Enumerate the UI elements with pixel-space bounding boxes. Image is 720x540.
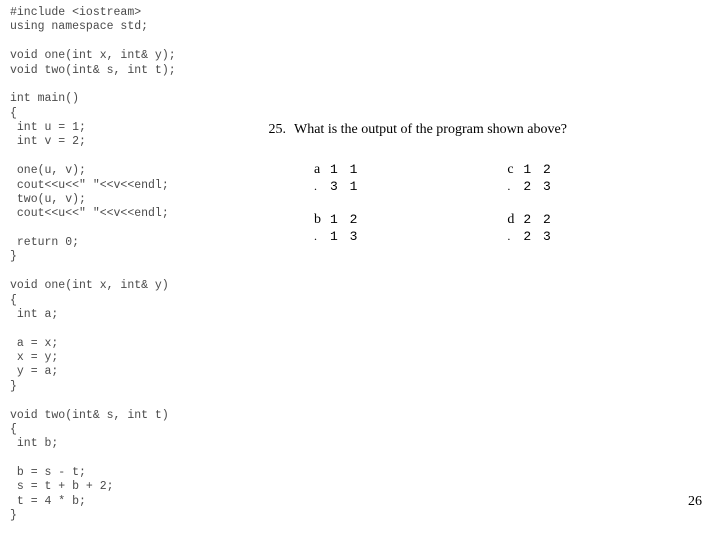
choice-d-label: d — [507, 212, 514, 227]
choice-a-label: a — [314, 162, 320, 177]
choice-c-line1: 1 2 — [523, 162, 552, 177]
choice-dot: . — [314, 179, 317, 193]
choice-d: d . 2 2 2 3 — [507, 212, 552, 246]
choice-d-line1: 2 2 — [523, 212, 552, 227]
choice-d-line2: 2 3 — [523, 229, 552, 244]
choice-c: c . 1 2 2 3 — [507, 162, 552, 196]
choice-c-line2: 2 3 — [523, 179, 552, 194]
answer-choices: a . 1 1 3 1 b . 1 2 1 3 c . 1 2 2 3 — [258, 162, 708, 262]
choice-b-line1: 1 2 — [330, 212, 359, 227]
choice-dot: . — [314, 229, 317, 243]
choice-a: a . 1 1 3 1 — [314, 162, 359, 196]
choice-dot: . — [507, 229, 510, 243]
choice-b: b . 1 2 1 3 — [314, 212, 359, 246]
choice-c-label: c — [507, 162, 513, 177]
page-number: 26 — [688, 494, 702, 510]
question-block: 25. What is the output of the program sh… — [258, 122, 708, 262]
choice-b-line2: 1 3 — [330, 229, 359, 244]
choice-b-label: b — [314, 212, 321, 227]
choice-a-line1: 1 1 — [330, 162, 359, 177]
choice-a-line2: 3 1 — [330, 179, 359, 194]
question-number: 25. — [258, 122, 294, 138]
choice-dot: . — [507, 179, 510, 193]
question-text: What is the output of the program shown … — [294, 122, 708, 138]
code-listing: #include <iostream> using namespace std;… — [10, 6, 176, 524]
